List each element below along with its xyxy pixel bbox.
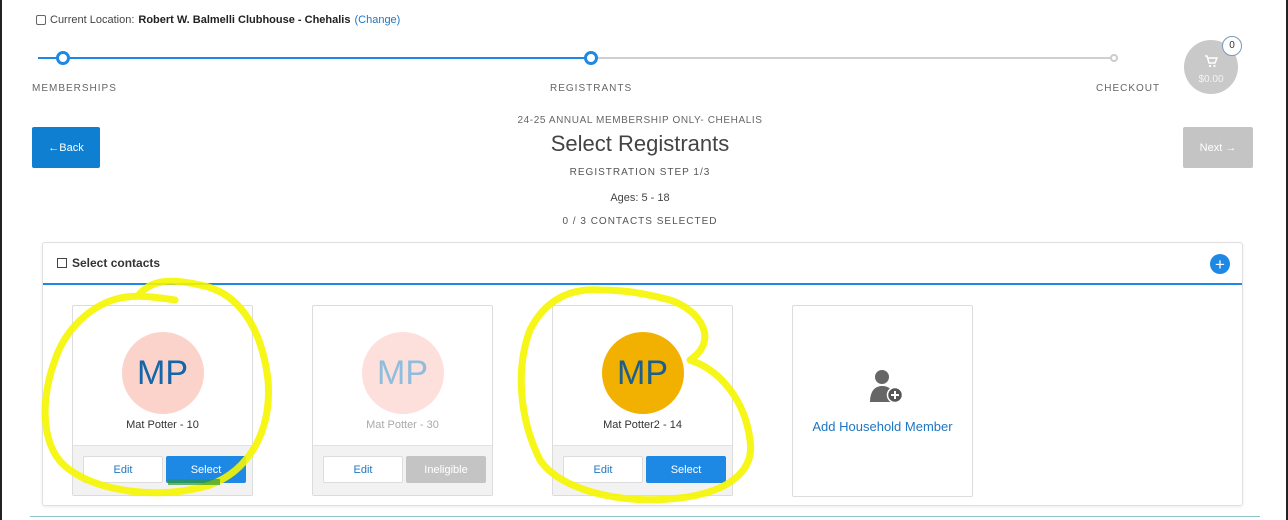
- contact-name: Mat Potter - 10: [126, 419, 199, 431]
- cart-icon: [1204, 54, 1219, 71]
- page-title: Select Registrants: [550, 131, 730, 156]
- card-actions: Edit Select: [73, 445, 252, 495]
- contacts-selected-count: 0 / 3 CONTACTS SELECTED: [562, 216, 718, 227]
- location-prefix: Current Location:: [50, 14, 135, 26]
- edit-button[interactable]: Edit: [83, 456, 163, 483]
- avatar: MP: [601, 332, 684, 414]
- select-contacts-panel: Select contacts + MP Mat Potter - 10 Edi…: [42, 242, 1243, 506]
- select-button[interactable]: Select: [166, 456, 246, 483]
- window-border-left: [0, 0, 2, 520]
- edit-button[interactable]: Edit: [323, 456, 403, 483]
- step-dot-registrants: [584, 51, 598, 65]
- ineligible-button: Ineligible: [406, 456, 486, 483]
- cart-button[interactable]: $0.00 0: [1184, 36, 1242, 94]
- contact-card: MP Mat Potter2 - 14 Edit Select: [552, 305, 733, 496]
- panel-header: Select contacts +: [43, 243, 1242, 285]
- contact-name: Mat Potter2 - 14: [603, 419, 682, 431]
- location-icon: [36, 15, 46, 25]
- location-name: Robert W. Balmelli Clubhouse - Chehalis: [138, 14, 351, 26]
- current-location: Current Location: Robert W. Balmelli Clu…: [36, 14, 400, 26]
- age-range: Ages: 5 - 18: [610, 192, 670, 204]
- membership-subtitle: 24-25 ANNUAL MEMBERSHIP ONLY- CHEHALIS: [517, 115, 763, 126]
- add-household-member-label: Add Household Member: [812, 419, 953, 434]
- panel-title: Select contacts: [72, 256, 161, 270]
- contact-name: Mat Potter - 30: [366, 419, 439, 431]
- step-label-registrants: REGISTRANTS: [550, 83, 633, 94]
- registration-step: REGISTRATION STEP 1/3: [569, 167, 711, 178]
- cart-total: $0.00: [1198, 74, 1224, 85]
- avatar: MP: [361, 332, 444, 414]
- step-label-memberships[interactable]: MEMBERSHIPS: [32, 83, 117, 94]
- progress-complete-line: [38, 57, 588, 59]
- add-household-member-card[interactable]: Add Household Member: [792, 305, 973, 497]
- contact-card: MP Mat Potter - 30 Edit Ineligible: [312, 305, 493, 496]
- change-location-link[interactable]: (Change): [354, 14, 400, 26]
- back-button[interactable]: ←Back: [32, 127, 100, 168]
- add-user-icon: [870, 370, 904, 404]
- step-dot-checkout: [1110, 54, 1118, 62]
- next-button[interactable]: Next →: [1183, 127, 1253, 168]
- card-actions: Edit Ineligible: [313, 445, 492, 495]
- card-actions: Edit Select: [553, 445, 732, 495]
- contact-card: MP Mat Potter - 10 Edit Select: [72, 305, 253, 496]
- contacts-icon: [57, 258, 67, 268]
- cart-count-badge: 0: [1222, 36, 1242, 56]
- step-label-checkout: CHECKOUT: [1096, 83, 1161, 94]
- progress-pending-line: [594, 57, 1114, 59]
- step-dot-memberships: [56, 51, 70, 65]
- edit-button[interactable]: Edit: [563, 456, 643, 483]
- footer-divider: [30, 516, 1260, 517]
- avatar: MP: [121, 332, 204, 414]
- select-button[interactable]: Select: [646, 456, 726, 483]
- add-contact-icon[interactable]: +: [1210, 254, 1230, 274]
